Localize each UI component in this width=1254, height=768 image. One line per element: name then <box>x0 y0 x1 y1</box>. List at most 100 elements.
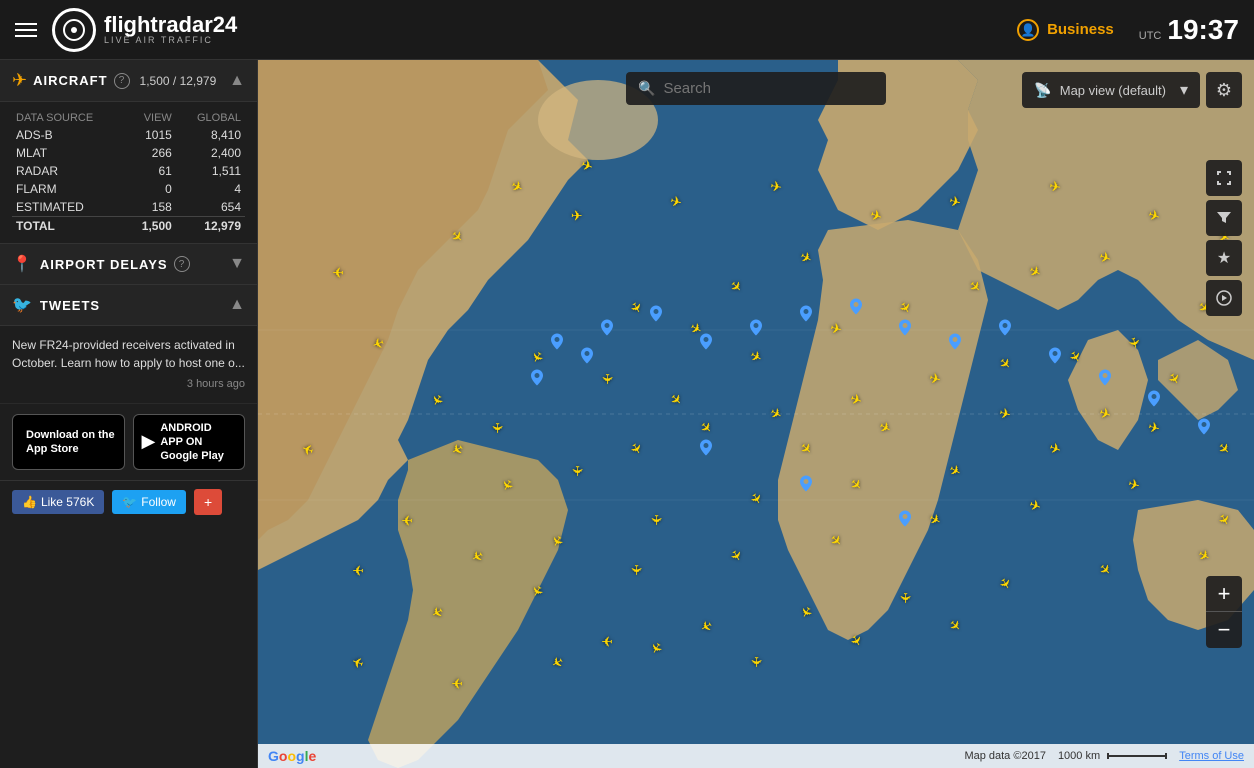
zoom-in-button[interactable]: + <box>1206 576 1242 612</box>
app-download-section: Download on the App Store ▶ ANDROID APP … <box>0 404 257 482</box>
col-global: GLOBAL <box>176 110 245 126</box>
zoom-out-button[interactable]: − <box>1206 612 1242 648</box>
aircraft-label: AIRCRAFT <box>33 73 107 88</box>
utc-time-value: 19:37 <box>1167 14 1239 46</box>
logo-name: flightradar24 <box>104 14 237 36</box>
airport-delays-section[interactable]: 📍 AIRPORT DELAYS ? ▼ <box>0 244 257 285</box>
zoom-controls: + − <box>1206 576 1242 648</box>
header: flightradar24 LIVE AIR TRAFFIC 👤 Busines… <box>0 0 1254 60</box>
airport-delays-expand-icon[interactable]: ▼ <box>229 255 245 273</box>
terms-link[interactable]: Terms of Use <box>1179 750 1244 762</box>
airport-marker[interactable] <box>1148 390 1160 409</box>
map-area[interactable]: ✈✈✈✈✈✈✈✈✈✈✈✈✈✈✈✈✈✈✈✈✈✈✈✈✈✈✈✈✈✈✈✈✈✈✈✈✈✈✈✈… <box>258 60 1254 768</box>
table-row: RADAR 61 1,511 <box>12 162 245 180</box>
airport-marker[interactable] <box>1198 419 1210 438</box>
aircraft-marker[interactable]: ✈ <box>1048 178 1063 197</box>
aircraft-marker[interactable]: ✈ <box>571 207 583 224</box>
menu-button[interactable] <box>15 23 37 37</box>
google-logo: Google <box>268 748 316 764</box>
map-view-selector[interactable]: 📡 Map view (default) ▾ <box>1022 72 1200 108</box>
twitter-follow-label: Follow <box>141 495 176 509</box>
search-input-wrap: 🔍 <box>626 72 886 105</box>
aircraft-marker[interactable]: ✈ <box>601 632 613 649</box>
facebook-like-button[interactable]: 👍 Like 576K <box>12 490 104 514</box>
col-data-source: DATA SOURCE <box>12 110 125 126</box>
aircraft-help-icon[interactable]: ? <box>114 73 130 89</box>
map-view-arrow-icon: ▾ <box>1180 80 1188 100</box>
settings-button[interactable]: ⚙ <box>1206 72 1242 108</box>
airport-marker[interactable] <box>800 475 812 494</box>
google-play-sub: ANDROID APP ON <box>160 421 236 450</box>
airport-marker[interactable] <box>601 320 613 339</box>
google-play-label: Google Play <box>160 449 236 463</box>
airport-marker[interactable] <box>700 334 712 353</box>
aircraft-marker[interactable]: ✈ <box>568 465 585 477</box>
airport-marker[interactable] <box>949 334 961 353</box>
tweets-expand-icon[interactable]: ▲ <box>229 296 245 314</box>
airport-marker[interactable] <box>581 348 593 367</box>
airport-marker[interactable] <box>750 320 762 339</box>
aircraft-icon: ✈ <box>12 70 27 91</box>
aircraft-marker[interactable]: ✈ <box>489 422 506 434</box>
table-row-total: TOTAL 1,500 12,979 <box>12 217 245 236</box>
tweets-section-header: 🐦 TWEETS ▲ <box>0 285 257 326</box>
airport-delays-help-icon[interactable]: ? <box>174 256 190 272</box>
airport-marker[interactable] <box>800 305 812 324</box>
airport-marker[interactable] <box>899 320 911 339</box>
table-row: MLAT 266 2,400 <box>12 144 245 162</box>
tweet-content: New FR24-provided receivers activated in… <box>0 326 257 404</box>
data-source-table: DATA SOURCE VIEW GLOBAL ADS-B 1015 8,410… <box>0 102 257 244</box>
playback-button[interactable] <box>1206 280 1242 316</box>
aircraft-marker[interactable]: ✈ <box>897 592 914 604</box>
map-data-label: Map data ©2017 <box>964 750 1046 762</box>
logo-tagline: LIVE AIR TRAFFIC <box>104 36 237 45</box>
airport-marker[interactable] <box>1049 348 1061 367</box>
airport-marker[interactable] <box>551 334 563 353</box>
airport-marker[interactable] <box>850 298 862 317</box>
facebook-label: Like 576K <box>41 495 94 509</box>
broadcast-icon: 📡 <box>1034 82 1051 99</box>
airport-marker[interactable] <box>700 440 712 459</box>
table-row: ESTIMATED 158 654 <box>12 198 245 217</box>
twitter-follow-button[interactable]: 🐦 Follow <box>112 490 186 514</box>
filter-button[interactable] <box>1206 200 1242 236</box>
airport-marker[interactable] <box>531 369 543 388</box>
fullscreen-button[interactable] <box>1206 160 1242 196</box>
aircraft-marker[interactable]: ✈ <box>402 512 414 529</box>
airport-delays-label: AIRPORT DELAYS <box>40 257 168 272</box>
favorites-button[interactable]: ★ <box>1206 240 1242 276</box>
aircraft-marker[interactable]: ✈ <box>769 178 784 197</box>
aircraft-marker[interactable]: ✈ <box>332 264 344 281</box>
airport-marker[interactable] <box>1099 369 1111 388</box>
search-bar: 🔍 <box>626 72 886 105</box>
utc-label: UTC <box>1139 30 1162 42</box>
aircraft-expand-icon[interactable]: ▲ <box>229 72 245 90</box>
sidebar: ✈ AIRCRAFT ? 1,500 / 12,979 ▲ DATA SOURC… <box>0 60 258 768</box>
aircraft-marker[interactable]: ✈ <box>352 561 364 578</box>
app-store-button[interactable]: Download on the App Store <box>12 414 125 471</box>
col-view: VIEW <box>125 110 176 126</box>
aircraft-marker[interactable]: ✈ <box>451 675 463 692</box>
tweet-text: New FR24-provided receivers activated in… <box>12 336 245 372</box>
search-input[interactable] <box>663 80 874 97</box>
aircraft-section-header: ✈ AIRCRAFT ? 1,500 / 12,979 ▲ <box>0 60 257 102</box>
google-plus-button[interactable]: + <box>194 489 222 515</box>
aircraft-marker[interactable]: ✈ <box>748 656 765 668</box>
airport-marker[interactable] <box>999 320 1011 339</box>
aircraft-marker[interactable]: ✈ <box>598 373 615 385</box>
aircraft-marker[interactable]: ✈ <box>628 564 645 576</box>
table-row: FLARM 0 4 <box>12 180 245 198</box>
utc-clock: UTC 19:37 <box>1139 14 1239 46</box>
logo-icon <box>52 8 96 52</box>
user-icon: 👤 <box>1017 19 1039 41</box>
airport-marker[interactable] <box>650 305 662 324</box>
google-play-button[interactable]: ▶ ANDROID APP ON Google Play <box>133 414 246 471</box>
social-bar: 👍 Like 576K 🐦 Follow + <box>0 481 257 523</box>
google-plus-label: + <box>204 494 212 510</box>
business-button[interactable]: 👤 Business <box>1017 19 1114 41</box>
airport-marker[interactable] <box>899 511 911 530</box>
aircraft-marker[interactable]: ✈ <box>648 514 665 526</box>
business-label: Business <box>1047 21 1114 38</box>
twitter-follow-icon: 🐦 <box>122 495 137 509</box>
tweets-label: TWEETS <box>40 298 100 313</box>
